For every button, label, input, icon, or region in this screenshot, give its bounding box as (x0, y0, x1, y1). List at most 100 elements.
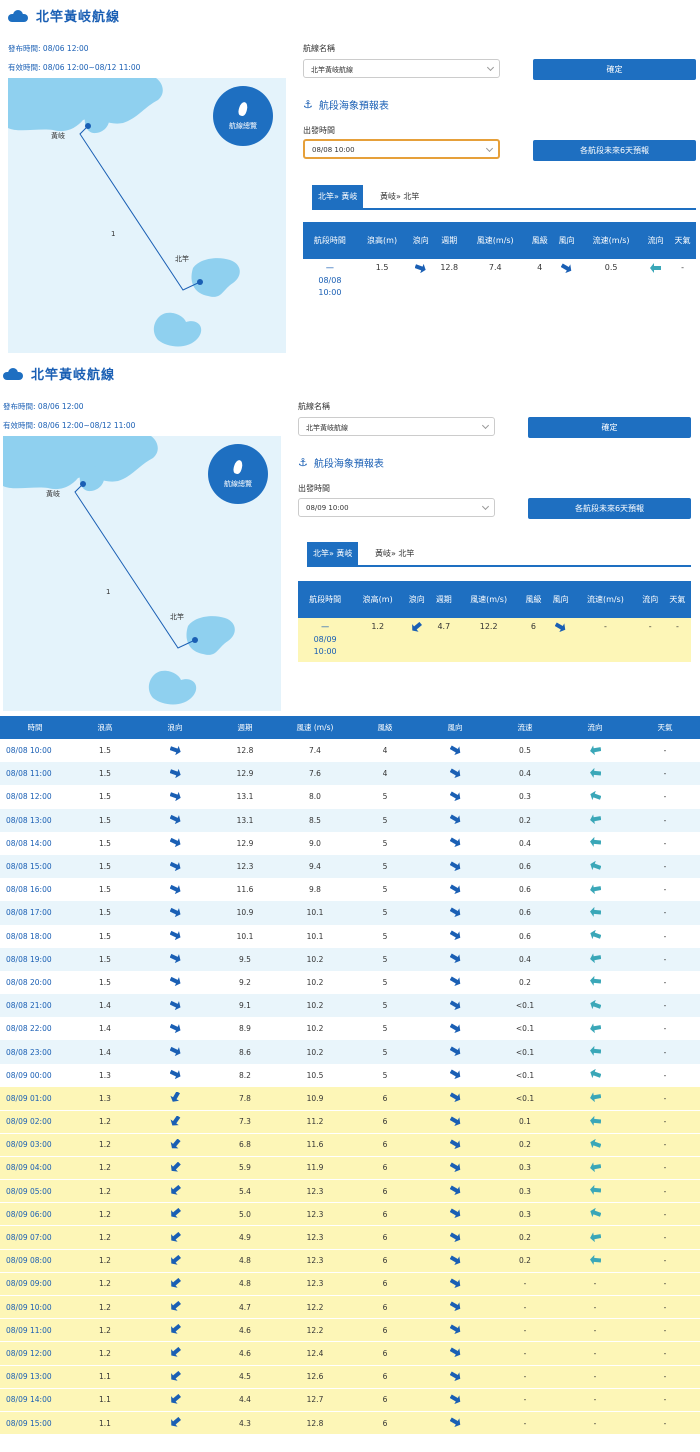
wind-dir-cell (420, 1225, 490, 1250)
weather: - (681, 263, 684, 272)
route-map[interactable]: 黃岐 北竿 1 航線總覽 (3, 436, 281, 711)
period: 11.6 (210, 878, 280, 902)
six-day-forecast-button[interactable]: 各航段未來6天預報 (528, 498, 691, 519)
col-current-speed: 流速 (490, 716, 560, 739)
weather: - (630, 1249, 700, 1273)
wave-height: 1.5 (70, 924, 140, 948)
map-label-beigan: 北竿 (175, 255, 189, 263)
wind-speed: 10.2 (280, 994, 350, 1018)
table-row: 08/09 08:00 1.2 4.8 12.3 6 0.2 - (0, 1249, 700, 1273)
wave-height: 1.1 (70, 1365, 140, 1389)
row-time: 08/08 11:00 (0, 762, 70, 786)
period: 12.9 (210, 831, 280, 855)
table-row: 08/09 02:00 1.2 7.3 11.2 6 0.1 - (0, 1110, 700, 1134)
wave-dir-cell (140, 1365, 210, 1389)
confirm-button[interactable]: 確定 (533, 59, 696, 80)
wind-dir-cell (420, 1133, 490, 1157)
segment-header-row: 航段時間 浪高(m) 浪向 週期 風速(m/s) 風級 風向 流速(m/s) 流… (298, 581, 691, 618)
col-current-speed: 流速(m/s) (580, 222, 643, 259)
segment-time-date: 08/09 (313, 635, 337, 644)
current-speed: 0.2 (490, 1249, 560, 1273)
route-name-select[interactable]: 北竿黃岐航線 (298, 417, 495, 436)
wind-direction-icon (449, 1000, 460, 1010)
row-time: 08/08 18:00 (0, 924, 70, 948)
route-overview-button[interactable]: 航線總覽 (213, 86, 273, 146)
col-wind-level: 風級 (519, 581, 548, 618)
col-period: 週期 (210, 716, 280, 739)
current-speed: 0.6 (490, 901, 560, 925)
current-dir: - (560, 1318, 630, 1343)
wave-dir-cell (140, 1063, 210, 1087)
wave-height: 1.2 (371, 622, 385, 631)
table-row: 08/09 04:00 1.2 5.9 11.9 6 0.3 - (0, 1156, 700, 1181)
table-row: 08/08 18:00 1.5 10.1 10.1 5 0.6- (0, 924, 700, 948)
row-time: 08/08 22:00 (0, 1017, 70, 1041)
current-dir-cell (560, 1040, 630, 1064)
route-name-select[interactable]: 北竿黃岐航線 (303, 59, 500, 78)
weather: - (630, 1017, 700, 1041)
forecast-title-text: 航段海象預報表 (313, 459, 384, 470)
current-speed: - (490, 1411, 560, 1436)
issue-value: 08/06 12:00 (37, 402, 84, 411)
current-direction-icon (589, 1046, 601, 1056)
current-speed: 0.3 (490, 1202, 560, 1227)
row-time: 08/09 11:00 (0, 1318, 70, 1343)
wind-level: 4 (350, 739, 420, 763)
forecast-title: ⚓ 航段海象預報表 (298, 455, 384, 470)
table-row: 08/08 21:00 1.4 9.1 10.2 5 <0.1 - (0, 994, 700, 1018)
current-direction-icon (589, 837, 601, 848)
wind-dir-cell (420, 1341, 490, 1366)
tab-forward[interactable]: 北竿» 黃岐 (307, 542, 359, 565)
tab-back[interactable]: 黃岐» 北竿 (369, 542, 420, 565)
current-direction-icon (589, 1092, 601, 1103)
segment-time[interactable]: 一 08/09 10:00 (298, 618, 352, 662)
wind-direction-icon (449, 1139, 460, 1149)
wind-level: 5 (350, 785, 420, 809)
hourly-header-row: 時間 浪高 浪向 週期 風速 (m/s) 風級 風向 流速 流向 天氣 (0, 716, 700, 739)
wave-dir-cell (140, 762, 210, 786)
current-dir-cell (560, 1133, 630, 1157)
wind-direction-icon (449, 1092, 460, 1103)
weather: - (630, 1086, 700, 1111)
table-row: 08/08 16:00 1.5 11.6 9.8 5 0.6 - (0, 878, 700, 902)
route-overview-button[interactable]: 航線總覽 (208, 444, 268, 504)
huangqi-island (79, 465, 105, 492)
taiwan-icon (237, 100, 249, 117)
wind-level: 5 (350, 1040, 420, 1064)
weather: - (630, 1365, 700, 1389)
row-time: 08/08 21:00 (0, 994, 70, 1018)
row-time: 08/09 15:00 (0, 1411, 70, 1436)
wave-height: 1.5 (70, 808, 140, 832)
depart-time-select[interactable]: 08/08 10:00 (303, 139, 500, 159)
current-dir-cell (560, 1179, 630, 1204)
route-map[interactable]: 黃岐 北竿 1 航線總覽 (8, 78, 286, 353)
route-overview-label: 航線總覽 (229, 121, 257, 130)
wind-direction-icon (449, 1023, 460, 1033)
wave-direction-icon (169, 1092, 180, 1102)
wind-level: 6 (350, 1295, 420, 1320)
period: 10.1 (210, 924, 280, 948)
confirm-button[interactable]: 確定 (528, 417, 691, 438)
row-time: 08/08 20:00 (0, 970, 70, 995)
forecast-title: ⚓ 航段海象預報表 (303, 97, 389, 112)
segment-time[interactable]: 一 08/08 10:00 (303, 259, 357, 303)
valid-label: 有效時間: (3, 421, 36, 430)
tab-forward[interactable]: 北竿» 黃岐 (312, 185, 364, 208)
table-row: 08/09 00:00 1.3 8.2 10.5 5 <0.1 - (0, 1063, 700, 1087)
depart-time-select[interactable]: 08/09 10:00 (298, 498, 495, 517)
chevron-down-icon (481, 502, 490, 511)
six-day-forecast-button[interactable]: 各航段未來6天預報 (533, 140, 696, 161)
wind-dir-cell (420, 1295, 490, 1320)
wind-direction-icon (449, 907, 460, 917)
wave-direction-icon (170, 1254, 181, 1265)
wind-dir-cell (420, 785, 490, 809)
period: 12.3 (210, 854, 280, 879)
col-weather: 天氣 (669, 222, 696, 259)
wave-height: 1.3 (70, 1086, 140, 1111)
wave-dir-cell (403, 618, 430, 662)
wind-level: 5 (350, 901, 420, 925)
current-dir-cell (560, 1156, 630, 1181)
current-dir-cell (560, 1017, 630, 1041)
tab-back[interactable]: 黃岐» 北竿 (374, 185, 425, 208)
weather: - (630, 854, 700, 879)
